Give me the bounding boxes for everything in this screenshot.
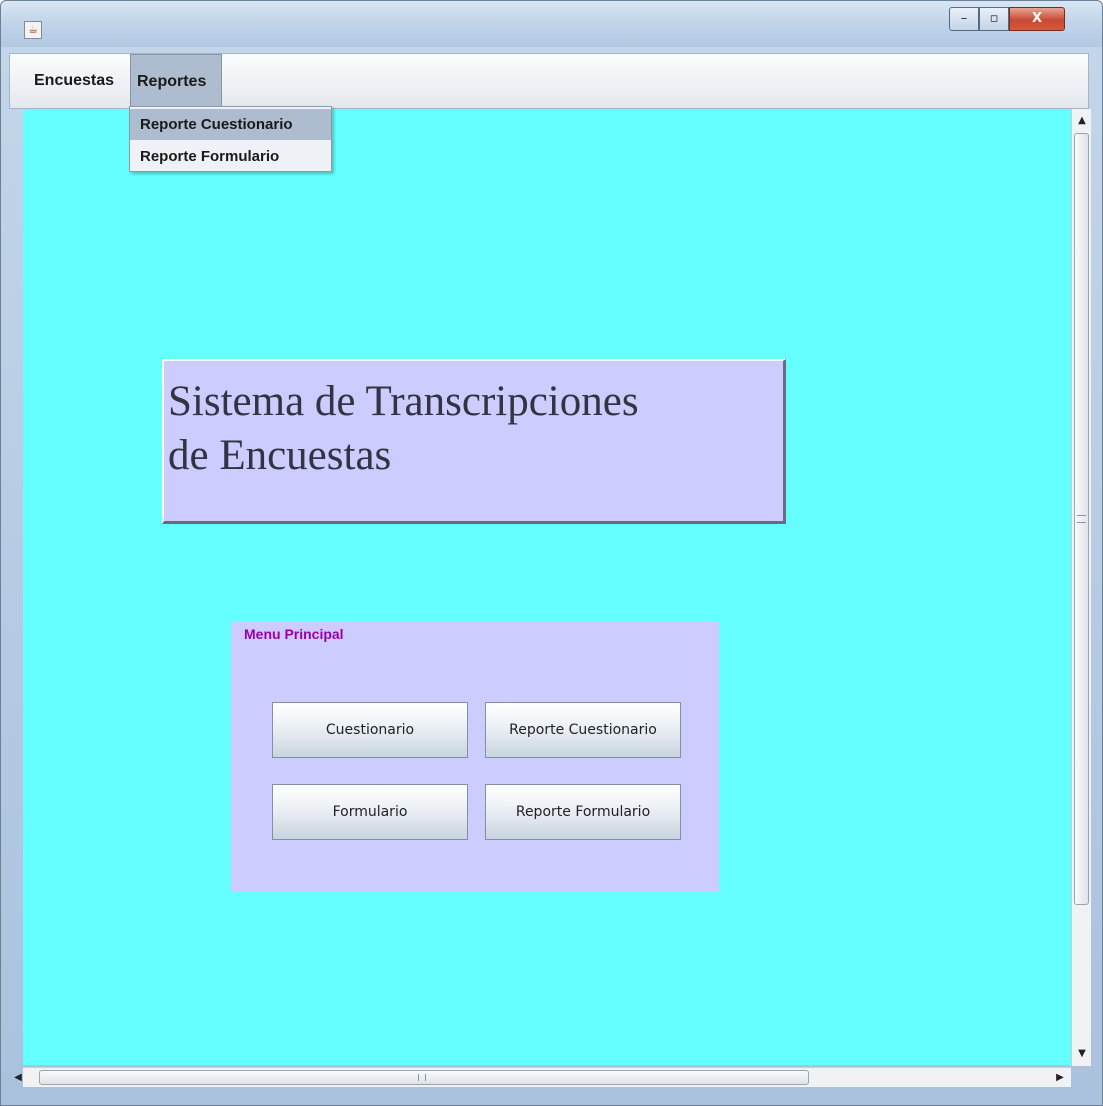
- close-button[interactable]: X: [1009, 7, 1065, 31]
- reporte-formulario-button[interactable]: Reporte Formulario: [485, 784, 681, 840]
- page-title: Sistema de Transcripciones de Encuestas: [168, 375, 768, 483]
- java-app-icon: ☕: [24, 21, 42, 39]
- maximize-button[interactable]: ▫: [979, 7, 1009, 31]
- title-bar[interactable]: ☕ – ▫ X: [1, 1, 1102, 47]
- formulario-button[interactable]: Formulario: [272, 784, 468, 840]
- app-window: ☕ – ▫ X Encuestas Reportes Sistema de Tr…: [0, 0, 1103, 1106]
- scroll-left-icon[interactable]: ◀: [9, 1070, 27, 1086]
- page-title-line-2: de Encuestas: [168, 432, 392, 479]
- horizontal-scroll-thumb[interactable]: [39, 1070, 809, 1085]
- panel-title: Menu Principal: [244, 626, 344, 642]
- menu-item-reporte-formulario[interactable]: Reporte Formulario: [130, 141, 331, 172]
- menu-reportes[interactable]: Reportes: [130, 54, 222, 108]
- vertical-scrollbar[interactable]: ▲ ▼: [1071, 109, 1091, 1066]
- menu-bar: Encuestas Reportes: [9, 53, 1089, 109]
- grip-icon: [1077, 515, 1086, 523]
- vertical-scroll-thumb[interactable]: [1074, 133, 1089, 905]
- scroll-down-icon[interactable]: ▼: [1074, 1044, 1090, 1064]
- cuestionario-button[interactable]: Cuestionario: [272, 702, 468, 758]
- grip-icon: [418, 1074, 426, 1081]
- content-area: Sistema de Transcripciones de Encuestas …: [23, 109, 1071, 1065]
- scroll-up-icon[interactable]: ▲: [1074, 111, 1090, 131]
- minimize-button[interactable]: –: [949, 7, 979, 31]
- scroll-right-icon[interactable]: ▶: [1051, 1070, 1069, 1086]
- reportes-dropdown-menu: Reporte Cuestionario Reporte Formulario: [129, 106, 332, 172]
- menu-encuestas[interactable]: Encuestas: [28, 54, 120, 108]
- reporte-cuestionario-button[interactable]: Reporte Cuestionario: [485, 702, 681, 758]
- title-box: Sistema de Transcripciones de Encuestas: [162, 359, 786, 524]
- horizontal-scrollbar[interactable]: ◀ ▶: [14, 1067, 1071, 1087]
- menu-item-reporte-cuestionario[interactable]: Reporte Cuestionario: [130, 109, 331, 140]
- page-title-line-1: Sistema de Transcripciones: [168, 378, 639, 425]
- menu-principal-panel: Menu Principal Cuestionario Reporte Cues…: [231, 621, 719, 891]
